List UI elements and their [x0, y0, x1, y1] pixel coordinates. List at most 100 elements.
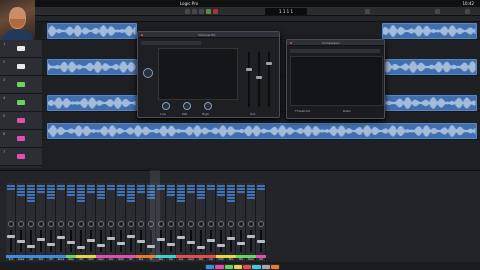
- plugin-slot[interactable]: [77, 188, 85, 190]
- pan-knob[interactable]: [228, 221, 234, 227]
- channel-strip[interactable]: OH: [46, 183, 56, 261]
- plugin-slot[interactable]: [37, 191, 45, 193]
- plugin-slot[interactable]: [27, 191, 35, 193]
- plugin-window-compressor[interactable]: Compressor Threshold Ratio: [286, 39, 385, 119]
- channel-strip[interactable]: Mst: [196, 183, 206, 261]
- eq-display[interactable]: [158, 48, 238, 100]
- plugin-titlebar[interactable]: Channel EQ: [138, 32, 279, 38]
- plugin-slot[interactable]: [217, 194, 225, 196]
- plugin-slot[interactable]: [67, 185, 75, 187]
- dock-app-icon[interactable]: [215, 265, 224, 269]
- rewind-button[interactable]: [185, 9, 190, 14]
- track-header[interactable]: 1: [0, 40, 42, 58]
- plugin-slot[interactable]: [227, 200, 235, 202]
- plugin-slot[interactable]: [57, 185, 65, 187]
- plugin-slot[interactable]: [57, 188, 65, 190]
- plugin-slot[interactable]: [237, 185, 245, 187]
- plugin-slot[interactable]: [227, 197, 235, 199]
- record-button[interactable]: [213, 9, 218, 14]
- plugin-slot[interactable]: [127, 200, 135, 202]
- plugin-slot[interactable]: [127, 197, 135, 199]
- pan-knob[interactable]: [48, 221, 54, 227]
- plugin-slot[interactable]: [17, 188, 25, 190]
- plugin-slot[interactable]: [197, 188, 205, 190]
- track-header[interactable]: 5: [0, 112, 42, 130]
- pan-knob[interactable]: [208, 221, 214, 227]
- pan-knob[interactable]: [108, 221, 114, 227]
- plugin-slot[interactable]: [27, 185, 35, 187]
- plugin-slot[interactable]: [107, 188, 115, 190]
- channel-strip[interactable]: Snare: [16, 183, 26, 261]
- plugin-slot[interactable]: [127, 191, 135, 193]
- plugin-slot[interactable]: [227, 188, 235, 190]
- pan-knob[interactable]: [78, 221, 84, 227]
- pan-knob[interactable]: [178, 221, 184, 227]
- channel-strip[interactable]: Tom: [36, 183, 46, 261]
- plugin-slot[interactable]: [247, 194, 255, 196]
- volume-fader[interactable]: [117, 242, 125, 245]
- channel-strip[interactable]: Out: [206, 183, 216, 261]
- volume-fader[interactable]: [197, 246, 205, 249]
- low-knob[interactable]: [162, 102, 170, 110]
- plugin-slot[interactable]: [257, 188, 265, 190]
- plugin-slot[interactable]: [87, 188, 95, 190]
- volume-fader[interactable]: [237, 242, 245, 245]
- plugin-titlebar[interactable]: Compressor: [287, 40, 384, 46]
- plugin-slot[interactable]: [47, 185, 55, 187]
- plugin-slot[interactable]: [77, 191, 85, 193]
- plugin-slot[interactable]: [177, 191, 185, 193]
- plugin-slot[interactable]: [87, 191, 95, 193]
- lcd-display[interactable]: 1 1 1 1: [265, 8, 307, 15]
- channel-strip[interactable]: Vox2: [116, 183, 126, 261]
- fader-handle[interactable]: [246, 68, 252, 71]
- volume-fader[interactable]: [227, 237, 235, 240]
- plugin-slot[interactable]: [47, 194, 55, 196]
- plugin-slot[interactable]: [177, 194, 185, 196]
- plugin-slot[interactable]: [217, 188, 225, 190]
- plugin-slot[interactable]: [97, 194, 105, 196]
- preset-dropdown[interactable]: [141, 41, 201, 45]
- plugin-slot[interactable]: [177, 197, 185, 199]
- plugin-slot[interactable]: [107, 185, 115, 187]
- plugin-slot[interactable]: [207, 188, 215, 190]
- plugin-slot[interactable]: [17, 191, 25, 193]
- plugin-slot[interactable]: [127, 188, 135, 190]
- volume-fader[interactable]: [187, 241, 195, 244]
- channel-strip[interactable]: Aux: [176, 183, 186, 261]
- plugin-slot[interactable]: [247, 185, 255, 187]
- plugin-slot[interactable]: [217, 191, 225, 193]
- plugin-slot[interactable]: [7, 185, 15, 187]
- pan-knob[interactable]: [128, 221, 134, 227]
- track-header[interactable]: 4: [0, 94, 42, 112]
- track-header[interactable]: 6: [0, 130, 42, 148]
- channel-strip[interactable]: Keys: [96, 183, 106, 261]
- audio-region[interactable]: [47, 59, 137, 75]
- channel-strip[interactable]: Aux2: [186, 183, 196, 261]
- fader-handle[interactable]: [266, 62, 272, 65]
- channel-strip[interactable]: Gtr2: [86, 183, 96, 261]
- plugin-slot[interactable]: [167, 194, 175, 196]
- channel-strip[interactable]: Out2: [216, 183, 226, 261]
- audio-region[interactable]: [47, 123, 477, 139]
- dock-app-icon[interactable]: [252, 265, 261, 269]
- pan-knob[interactable]: [68, 221, 74, 227]
- plugin-slot[interactable]: [97, 191, 105, 193]
- plugin-slot[interactable]: [117, 185, 125, 187]
- plugin-slot[interactable]: [237, 191, 245, 193]
- track-header[interactable]: 3: [0, 76, 42, 94]
- plugin-slot[interactable]: [187, 191, 195, 193]
- plugin-slot[interactable]: [127, 185, 135, 187]
- compressor-display[interactable]: [290, 56, 383, 106]
- channel-strip[interactable]: Bass: [66, 183, 76, 261]
- volume-fader[interactable]: [87, 239, 95, 242]
- audio-region[interactable]: [47, 95, 137, 111]
- preset-dropdown[interactable]: [290, 49, 380, 53]
- track-header[interactable]: 2: [0, 58, 42, 76]
- stop-button[interactable]: [199, 9, 204, 14]
- volume-fader[interactable]: [97, 244, 105, 247]
- plugin-slot[interactable]: [7, 188, 15, 190]
- plugin-slot[interactable]: [187, 185, 195, 187]
- dock-app-icon[interactable]: [224, 265, 233, 269]
- volume-fader[interactable]: [27, 245, 35, 248]
- plugin-slot[interactable]: [197, 191, 205, 193]
